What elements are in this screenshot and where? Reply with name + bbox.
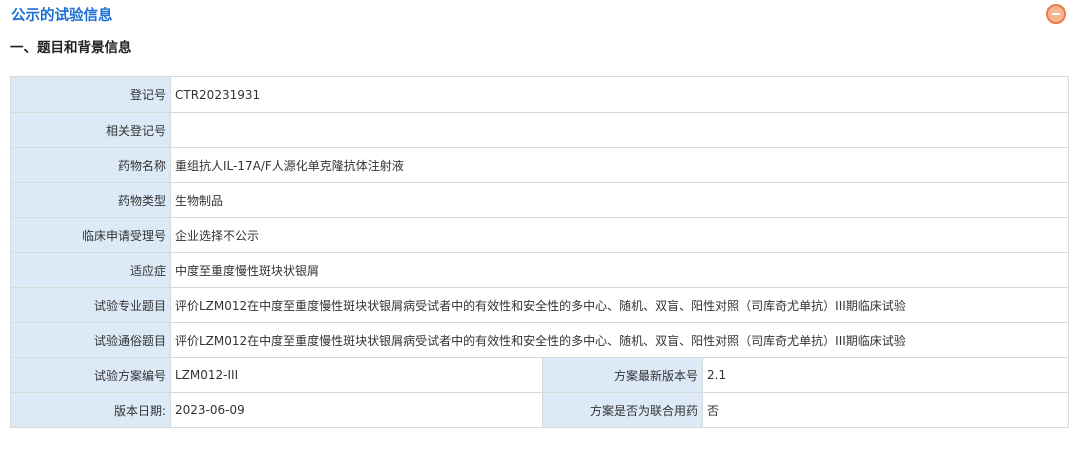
label-related-reg-no: 相关登记号	[10, 112, 171, 148]
table-row: 药物类型 生物制品	[10, 182, 1069, 218]
table-row: 试验专业题目 评价LZM012在中度至重度慢性斑块状银屑病受试者中的有效性和安全…	[10, 287, 1069, 323]
value-drug-type: 生物制品	[170, 182, 1069, 218]
minus-bar	[1052, 13, 1060, 15]
label-indication: 适应症	[10, 252, 171, 288]
value-indication: 中度至重度慢性斑块状银屑	[170, 252, 1069, 288]
value-professional-title: 评价LZM012在中度至重度慢性斑块状银屑病受试者中的有效性和安全性的多中心、随…	[170, 287, 1069, 323]
table-row: 相关登记号	[10, 112, 1069, 148]
label-protocol-no: 试验方案编号	[10, 357, 171, 393]
table-row: 试验通俗题目 评价LZM012在中度至重度慢性斑块状银屑病受试者中的有效性和安全…	[10, 322, 1069, 358]
section-heading: 一、题目和背景信息	[10, 40, 132, 56]
table-row: 登记号 CTR20231931	[10, 76, 1069, 113]
value-drug-name: 重组抗人IL-17A/F人源化单克隆抗体注射液	[170, 147, 1069, 183]
label-version-date: 版本日期:	[10, 392, 171, 428]
value-popular-title: 评价LZM012在中度至重度慢性斑块状银屑病受试者中的有效性和安全性的多中心、随…	[170, 322, 1069, 358]
table-row: 适应症 中度至重度慢性斑块状银屑	[10, 252, 1069, 288]
table-row: 试验方案编号 LZM012-III 方案最新版本号 2.1	[10, 357, 1069, 393]
label-reg-no: 登记号	[10, 76, 171, 113]
value-protocol-no: LZM012-III	[170, 357, 543, 393]
panel-title: 公示的试验信息	[11, 8, 113, 24]
label-latest-version: 方案最新版本号	[542, 357, 703, 393]
label-clinical-app-no: 临床申请受理号	[10, 217, 171, 253]
table-row: 药物名称 重组抗人IL-17A/F人源化单克隆抗体注射液	[10, 147, 1069, 183]
label-combination: 方案是否为联合用药	[542, 392, 703, 428]
label-drug-type: 药物类型	[10, 182, 171, 218]
minus-circle-icon[interactable]	[1046, 4, 1066, 24]
value-combination: 否	[702, 392, 1069, 428]
trial-info-table: 登记号 CTR20231931 相关登记号 药物名称 重组抗人IL-17A/F人…	[10, 76, 1069, 428]
table-row: 版本日期: 2023-06-09 方案是否为联合用药 否	[10, 392, 1069, 428]
value-clinical-app-no: 企业选择不公示	[170, 217, 1069, 253]
table-row: 临床申请受理号 企业选择不公示	[10, 217, 1069, 253]
label-professional-title: 试验专业题目	[10, 287, 171, 323]
label-drug-name: 药物名称	[10, 147, 171, 183]
value-reg-no: CTR20231931	[170, 76, 1069, 113]
value-version-date: 2023-06-09	[170, 392, 543, 428]
panel-header: 公示的试验信息	[0, 0, 1080, 32]
value-related-reg-no	[170, 112, 1069, 148]
label-popular-title: 试验通俗题目	[10, 322, 171, 358]
value-latest-version: 2.1	[702, 357, 1069, 393]
